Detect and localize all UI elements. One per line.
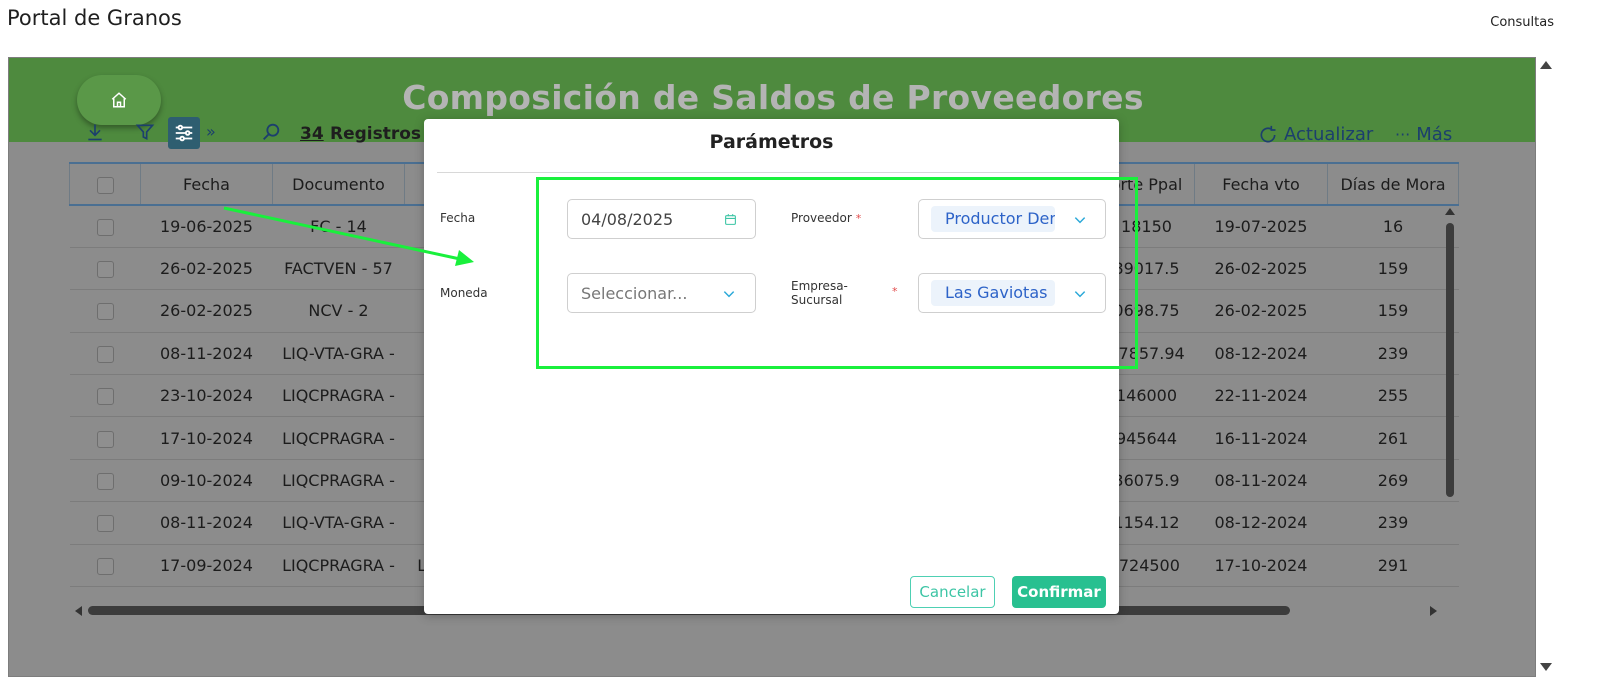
cancel-button[interactable]: Cancelar: [910, 576, 995, 608]
annotation-arrow: [223, 206, 474, 266]
confirm-button[interactable]: Confirmar: [1012, 576, 1106, 608]
